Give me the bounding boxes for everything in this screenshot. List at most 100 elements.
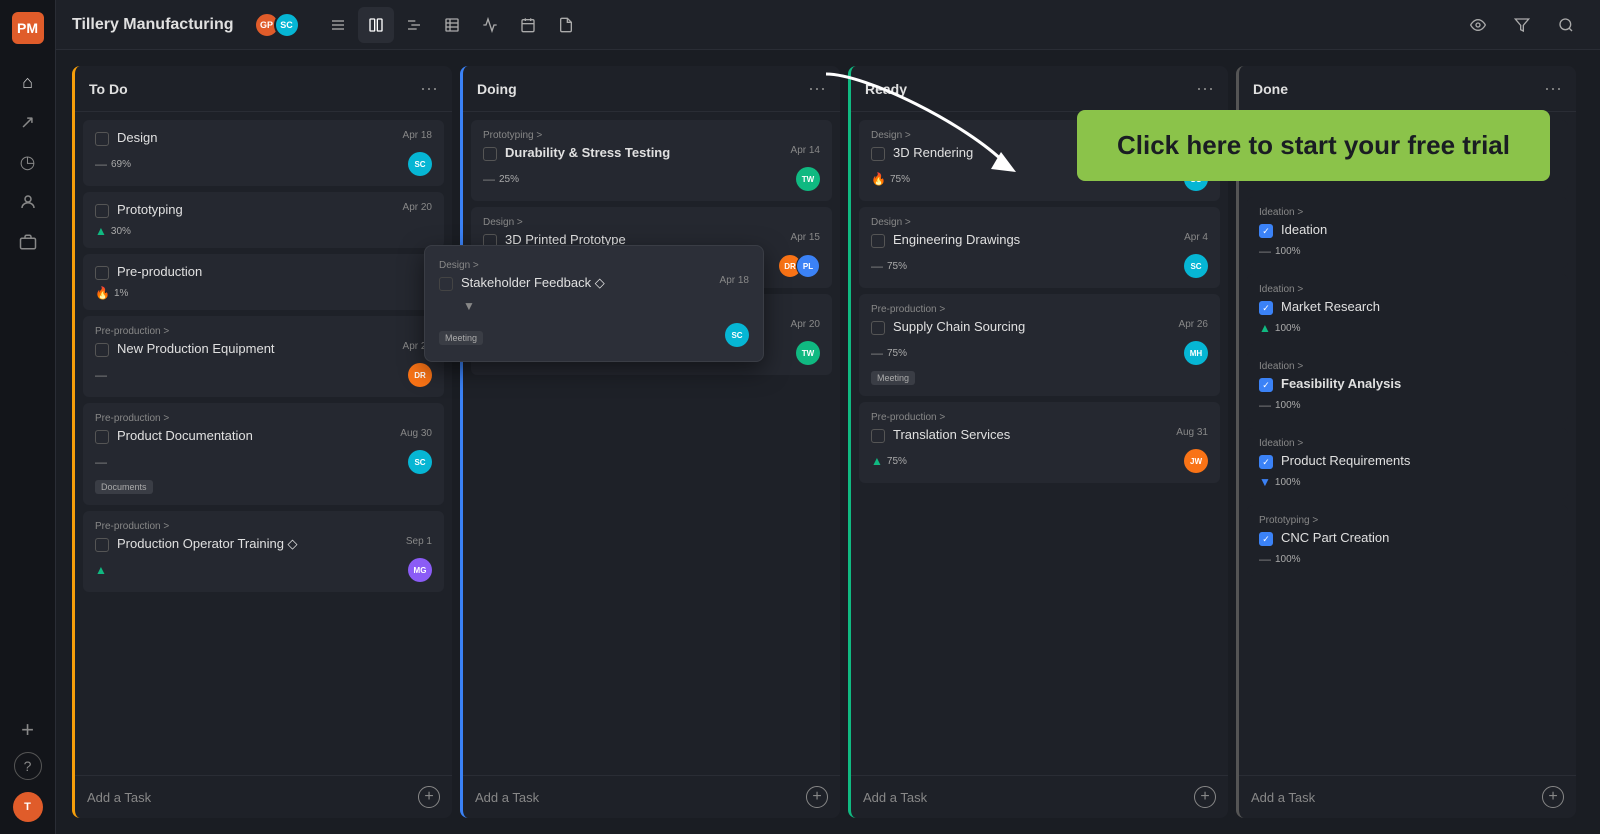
add-task-done-btn[interactable]: +	[1542, 786, 1564, 808]
main-content: Tillery Manufacturing GP SC	[56, 0, 1600, 834]
task-progress-3drender: 🔥 75%	[871, 172, 910, 186]
progress-icon-equip: —	[95, 368, 107, 382]
task-avatar-assembly: TW	[796, 341, 820, 365]
task-checkbox-training[interactable]	[95, 538, 109, 552]
task-card-cnc[interactable]: Prototyping > CNC Part Creation — 100%	[1247, 505, 1568, 576]
task-card-design[interactable]: Design Apr 18 — 69% SC	[83, 120, 444, 186]
task-checkbox-prototyping[interactable]	[95, 204, 109, 218]
task-checkbox-supplychain[interactable]	[871, 321, 885, 335]
task-parent-stress: Prototyping >	[483, 130, 820, 141]
task-name-preproduction: Pre-production	[117, 264, 432, 279]
task-card-drawings[interactable]: Design > Engineering Drawings Apr 4 — 75…	[859, 207, 1220, 288]
add-task-doing-btn[interactable]: +	[806, 786, 828, 808]
task-card-feasibility[interactable]: Ideation > Feasibility Analysis — 100%	[1247, 351, 1568, 422]
task-card-equipment[interactable]: Pre-production > New Production Equipmen…	[83, 316, 444, 397]
sidebar-add-icon[interactable]: +	[10, 712, 46, 748]
sidebar-item-clock[interactable]: ◷	[10, 144, 46, 180]
progress-icon-minus: —	[95, 157, 107, 171]
user-avatar[interactable]: T	[13, 792, 43, 822]
floating-card-avatar: SC	[725, 323, 749, 347]
task-checkbox-cnc[interactable]	[1259, 532, 1273, 546]
task-parent-3dprint: Design >	[483, 217, 820, 228]
task-checkbox-marketresearch[interactable]	[1259, 301, 1273, 315]
task-name-drawings: Engineering Drawings	[893, 232, 1160, 247]
task-checkbox-ideation[interactable]	[1259, 224, 1273, 238]
task-avatar-design: SC	[408, 152, 432, 176]
column-todo-menu[interactable]: ···	[420, 78, 438, 99]
task-date-design: Apr 18	[392, 130, 432, 141]
view-table-icon[interactable]	[434, 7, 470, 43]
add-task-todo-btn[interactable]: +	[418, 786, 440, 808]
task-date-supplychain: Apr 26	[1168, 319, 1208, 330]
task-card-preproduction[interactable]: Pre-production 🔥 1%	[83, 254, 444, 310]
add-task-ready-btn[interactable]: +	[1194, 786, 1216, 808]
task-card-training[interactable]: Pre-production > Production Operator Tra…	[83, 511, 444, 592]
task-avatars-3dprint: DR PL	[778, 254, 820, 278]
add-task-ready[interactable]: Add a Task +	[851, 775, 1228, 818]
eye-icon[interactable]	[1460, 7, 1496, 43]
task-checkbox-equipment[interactable]	[95, 343, 109, 357]
filter-icon[interactable]	[1504, 7, 1540, 43]
task-card-ideation[interactable]: Ideation > Ideation — 100%	[1247, 197, 1568, 268]
sidebar-item-activity[interactable]: ↗	[10, 104, 46, 140]
floating-card-parent: Design >	[439, 260, 749, 271]
floating-card-tag: Meeting	[439, 331, 483, 345]
task-avatar-translation: JW	[1184, 449, 1208, 473]
sidebar-help-icon[interactable]: ?	[14, 752, 42, 780]
progress-icon-supplychain: —	[871, 346, 883, 360]
task-checkbox-preproduction[interactable]	[95, 266, 109, 280]
task-parent-requirements: Ideation >	[1259, 438, 1556, 449]
task-checkbox-requirements[interactable]	[1259, 455, 1273, 469]
task-avatar-stress: TW	[796, 167, 820, 191]
add-task-todo[interactable]: Add a Task +	[75, 775, 452, 818]
view-board-icon[interactable]	[358, 7, 394, 43]
column-done-title: Done	[1253, 81, 1288, 97]
task-name-marketresearch: Market Research	[1281, 299, 1556, 314]
view-list-icon[interactable]	[320, 7, 356, 43]
task-checkbox-feasibility[interactable]	[1259, 378, 1273, 392]
progress-icon-3drender: 🔥	[871, 172, 886, 186]
task-checkbox-stress[interactable]	[483, 147, 497, 161]
floating-task-card[interactable]: Design > Stakeholder Feedback ◇ Apr 18 ▼…	[424, 245, 764, 362]
task-name-translation: Translation Services	[893, 427, 1160, 442]
sidebar-item-people[interactable]	[10, 184, 46, 220]
promo-banner[interactable]: Click here to start your free trial	[1077, 110, 1550, 181]
task-card-prototyping[interactable]: Prototyping Apr 20 ▲ 30%	[83, 192, 444, 248]
add-task-done[interactable]: Add a Task +	[1239, 775, 1576, 818]
task-card-marketresearch[interactable]: Ideation > Market Research ▲ 100%	[1247, 274, 1568, 345]
task-card-stress[interactable]: Prototyping > Durability & Stress Testin…	[471, 120, 832, 201]
floating-card-date: Apr 18	[709, 275, 749, 286]
progress-icon-translation: ▲	[871, 454, 883, 468]
task-card-requirements[interactable]: Ideation > Product Requirements ▼ 100%	[1247, 428, 1568, 499]
task-progress-marketresearch: ▲ 100%	[1259, 321, 1300, 335]
progress-icon-feasibility: —	[1259, 398, 1271, 412]
column-ready-menu[interactable]: ···	[1196, 78, 1214, 99]
task-card-translation[interactable]: Pre-production > Translation Services Au…	[859, 402, 1220, 483]
column-doing-menu[interactable]: ···	[808, 78, 826, 99]
app-logo[interactable]: PM	[12, 12, 44, 44]
floating-card-checkbox[interactable]	[439, 277, 453, 291]
search-icon[interactable]	[1548, 7, 1584, 43]
view-gantt-icon[interactable]	[396, 7, 432, 43]
add-task-doing[interactable]: Add a Task +	[463, 775, 840, 818]
task-progress-cnc: — 100%	[1259, 552, 1301, 566]
task-name-prototyping: Prototyping	[117, 202, 384, 217]
kanban-board: To Do ··· Design Apr 18 — 69%	[56, 50, 1600, 834]
task-card-supplychain[interactable]: Pre-production > Supply Chain Sourcing A…	[859, 294, 1220, 396]
sidebar-item-briefcase[interactable]	[10, 224, 46, 260]
column-done-menu[interactable]: ···	[1544, 78, 1562, 99]
column-ready-header: Ready ···	[851, 66, 1228, 112]
task-checkbox-drawings[interactable]	[871, 234, 885, 248]
task-card-documentation[interactable]: Pre-production > Product Documentation A…	[83, 403, 444, 505]
task-progress-ideation: — 100%	[1259, 244, 1301, 258]
view-file-icon[interactable]	[548, 7, 584, 43]
task-checkbox-translation[interactable]	[871, 429, 885, 443]
column-ready-body: Design > 3D Rendering Apr 6 🔥 75% SC	[851, 112, 1228, 775]
task-checkbox-3drender[interactable]	[871, 147, 885, 161]
view-chart-icon[interactable]	[472, 7, 508, 43]
sidebar-item-home[interactable]: ⌂	[10, 64, 46, 100]
column-doing-header: Doing ···	[463, 66, 840, 112]
view-calendar-icon[interactable]	[510, 7, 546, 43]
task-checkbox-documentation[interactable]	[95, 430, 109, 444]
task-checkbox-design[interactable]	[95, 132, 109, 146]
